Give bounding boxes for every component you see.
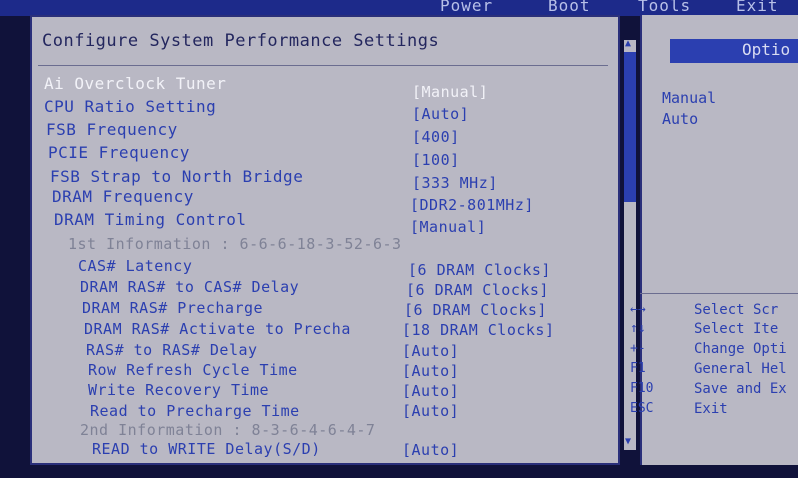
- options-header: Optio: [670, 39, 798, 63]
- scrollbar-thumb[interactable]: [624, 52, 636, 202]
- setting-label-fsb-strap[interactable]: FSB Strap to North Bridge: [50, 167, 303, 186]
- title-divider: [38, 65, 608, 66]
- setting-label-ras-to-ras-delay[interactable]: RAS# to RAS# Delay: [86, 341, 258, 359]
- setting-value-dram-timing-control[interactable]: [Manual]: [410, 218, 486, 236]
- setting-value-ras-to-cas-delay[interactable]: [6 DRAM Clocks]: [406, 281, 549, 299]
- setting-value-ras-precharge[interactable]: [6 DRAM Clocks]: [404, 301, 547, 319]
- settings-panel: Configure System Performance Settings Ai…: [30, 15, 620, 465]
- setting-value-cas-latency[interactable]: [6 DRAM Clocks]: [408, 261, 551, 279]
- option-item-auto[interactable]: Auto: [662, 110, 698, 128]
- key-f10: F10: [630, 381, 654, 396]
- setting-label-fsb-frequency[interactable]: FSB Frequency: [46, 120, 178, 139]
- setting-label-ras-activate-to-precharge[interactable]: DRAM RAS# Activate to Precha: [84, 320, 351, 338]
- tab-tools[interactable]: Tools: [638, 0, 691, 15]
- key-f1: F1: [630, 361, 646, 376]
- setting-value-dram-frequency[interactable]: [DDR2-801MHz]: [410, 196, 534, 214]
- scroll-up-icon[interactable]: ▲: [625, 38, 631, 49]
- setting-value-ai-overclock-tuner[interactable]: [Manual]: [412, 83, 488, 101]
- setting-value-cpu-ratio[interactable]: [Auto]: [412, 105, 469, 123]
- setting-value-row-refresh-cycle-time[interactable]: [Auto]: [402, 362, 459, 380]
- second-information: 2nd Information : 8-3-6-4-6-4-7: [80, 421, 376, 439]
- tab-exit[interactable]: Exit: [736, 0, 779, 15]
- tab-boot[interactable]: Boot: [548, 0, 591, 15]
- key-help-select-item: Select Ite: [694, 321, 779, 337]
- arrows-left-right-icon: ←→: [630, 302, 646, 317]
- setting-label-read-to-precharge-time[interactable]: Read to Precharge Time: [90, 402, 300, 420]
- setting-value-pcie-frequency[interactable]: [100]: [412, 151, 460, 169]
- arrows-up-down-icon: ↑↓: [630, 321, 646, 336]
- option-item-manual[interactable]: Manual: [662, 89, 716, 107]
- setting-label-row-refresh-cycle-time[interactable]: Row Refresh Cycle Time: [88, 361, 298, 379]
- setting-label-dram-frequency[interactable]: DRAM Frequency: [52, 187, 194, 206]
- setting-label-ras-to-cas-delay[interactable]: DRAM RAS# to CAS# Delay: [80, 278, 299, 296]
- setting-label-ai-overclock-tuner[interactable]: Ai Overclock Tuner: [44, 74, 226, 93]
- setting-value-write-recovery-time[interactable]: [Auto]: [402, 382, 459, 400]
- setting-value-ras-activate-to-precharge[interactable]: [18 DRAM Clocks]: [402, 321, 555, 339]
- setting-label-pcie-frequency[interactable]: PCIE Frequency: [48, 143, 190, 162]
- scroll-down-icon[interactable]: ▼: [625, 436, 631, 447]
- key-help-change-option: Change Opti: [694, 341, 787, 357]
- help-panel: Optio Manual Auto ←→ Select Scr ↑↓ Selec…: [630, 15, 798, 465]
- setting-value-read-to-write-delay[interactable]: [Auto]: [402, 441, 459, 459]
- setting-label-write-recovery-time[interactable]: Write Recovery Time: [88, 381, 269, 399]
- key-help-save-exit: Save and Ex: [694, 381, 787, 397]
- setting-value-read-to-precharge-time[interactable]: [Auto]: [402, 402, 459, 420]
- setting-label-cpu-ratio[interactable]: CPU Ratio Setting: [44, 97, 216, 116]
- key-help-select-screen: Select Scr: [694, 302, 779, 318]
- help-divider: [640, 293, 798, 294]
- tab-power[interactable]: Power: [440, 0, 493, 15]
- options-header-label: Optio: [742, 40, 791, 59]
- key-plus-minus: +-: [630, 341, 646, 356]
- setting-value-fsb-frequency[interactable]: [400]: [412, 128, 460, 146]
- first-information: 1st Information : 6-6-6-18-3-52-6-3: [68, 235, 402, 253]
- menu-bar: Power Boot Tools Exit: [0, 0, 798, 16]
- setting-value-ras-to-ras-delay[interactable]: [Auto]: [402, 342, 459, 360]
- setting-label-cas-latency[interactable]: CAS# Latency: [78, 257, 192, 275]
- setting-value-fsb-strap[interactable]: [333 MHz]: [412, 174, 498, 192]
- key-help-general-help: General Hel: [694, 361, 787, 377]
- setting-label-dram-timing-control[interactable]: DRAM Timing Control: [54, 210, 247, 229]
- key-esc: ESC: [630, 401, 654, 416]
- page-title: Configure System Performance Settings: [42, 31, 440, 51]
- setting-label-read-to-write-delay[interactable]: READ to WRITE Delay(S/D): [92, 440, 321, 458]
- setting-label-ras-precharge[interactable]: DRAM RAS# Precharge: [82, 299, 263, 317]
- key-help-exit: Exit: [694, 401, 728, 417]
